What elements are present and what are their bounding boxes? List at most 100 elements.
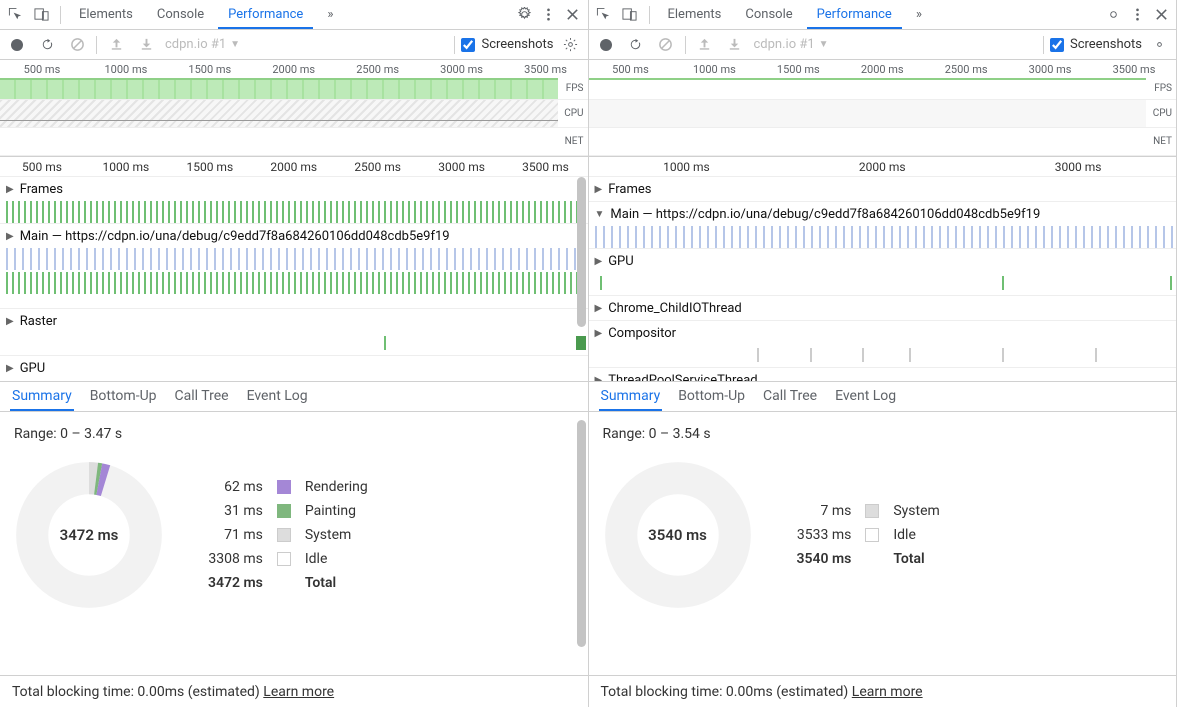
track-label: Frames — [608, 182, 651, 197]
record-button[interactable] — [595, 34, 617, 56]
track-label: Main — https://cdpn.io/una/debug/c9edd7f… — [20, 229, 450, 244]
tab-elements[interactable]: Elements — [69, 1, 143, 29]
recording-breadcrumb[interactable]: cdpn.io #1 ▼ — [165, 37, 240, 52]
tab-console[interactable]: Console — [735, 1, 802, 29]
legend-ms: 7 ms — [797, 503, 852, 519]
inspect-icon[interactable] — [4, 4, 26, 26]
tab-elements[interactable]: Elements — [658, 1, 732, 29]
track-frames[interactable]: ▶Frames — [0, 177, 588, 224]
reload-record-button[interactable] — [625, 34, 647, 56]
footer-learn-more-link[interactable]: Learn more — [263, 684, 334, 700]
ruler-tick: 1000 ms — [672, 63, 756, 76]
clear-button[interactable] — [655, 34, 677, 56]
flamechart[interactable]: 1000 ms 2000 ms 3000 ms ▶ Frames ▼Main — … — [589, 157, 1177, 382]
fps-lane — [589, 78, 1147, 99]
inspect-icon[interactable] — [593, 4, 615, 26]
track-raster[interactable]: ▶Raster — [0, 309, 588, 356]
toolbar-settings-gear-icon[interactable] — [560, 34, 582, 56]
ruler-tick: 3500 ms — [1092, 63, 1176, 76]
devtools-pane-right: Elements Console Performance » cdpn.io #… — [589, 0, 1177, 707]
track-child-io[interactable]: ▶Chrome_ChildIOThread — [589, 296, 1177, 321]
swatch-system — [277, 528, 291, 542]
btab-calltree[interactable]: Call Tree — [173, 382, 231, 411]
btab-eventlog[interactable]: Event Log — [245, 382, 310, 411]
settings-gear-icon[interactable] — [514, 4, 536, 26]
btab-bottomup[interactable]: Bottom-Up — [676, 382, 747, 411]
tab-console[interactable]: Console — [147, 1, 214, 29]
device-toggle-icon[interactable] — [30, 4, 52, 26]
expand-icon: ▶ — [6, 316, 14, 327]
legend-label: Rendering — [305, 479, 368, 495]
reload-record-button[interactable] — [36, 34, 58, 56]
upload-profile-icon[interactable] — [694, 34, 716, 56]
kebab-menu-icon[interactable] — [1126, 4, 1148, 26]
legend-total-ms: 3472 ms — [208, 575, 263, 591]
screenshots-label: Screenshots — [481, 37, 553, 52]
tab-more[interactable]: » — [317, 1, 343, 29]
swatch-idle — [865, 528, 879, 542]
tab-performance[interactable]: Performance — [218, 1, 313, 29]
track-frames[interactable]: ▶ Frames — [589, 177, 1177, 202]
flame-tick: 3000 ms — [420, 160, 504, 174]
legend-label: Painting — [305, 503, 368, 519]
close-icon[interactable] — [1150, 4, 1172, 26]
expand-icon: ▶ — [6, 231, 14, 242]
btab-eventlog[interactable]: Event Log — [833, 382, 898, 411]
flame-tick: 2000 ms — [784, 160, 980, 174]
screenshots-checkbox[interactable] — [461, 38, 475, 52]
tab-performance[interactable]: Performance — [807, 1, 902, 29]
btab-calltree[interactable]: Call Tree — [761, 382, 819, 411]
btab-summary[interactable]: Summary — [10, 382, 74, 411]
btab-bottomup[interactable]: Bottom-Up — [88, 382, 159, 411]
flame-tick: 3000 ms — [980, 160, 1176, 174]
fps-lane — [0, 78, 558, 99]
track-main[interactable]: ▼Main — https://cdpn.io/una/debug/c9edd7… — [589, 202, 1177, 249]
recording-breadcrumb[interactable]: cdpn.io #1 ▼ — [754, 37, 829, 52]
track-threadpool[interactable]: ▶ThreadPoolServiceThread — [589, 368, 1177, 382]
footer-learn-more-link[interactable]: Learn more — [852, 684, 923, 700]
net-lane — [0, 128, 558, 155]
clear-button[interactable] — [66, 34, 88, 56]
summary-scrollbar[interactable] — [577, 420, 586, 667]
track-label: Chrome_ChildIOThread — [608, 301, 742, 316]
track-gpu[interactable]: ▶GPU — [589, 249, 1177, 296]
tab-more[interactable]: » — [906, 1, 932, 29]
swatch-rendering — [277, 480, 291, 494]
legend-ms: 3308 ms — [208, 551, 263, 567]
kebab-menu-icon[interactable] — [538, 4, 560, 26]
screenshots-label: Screenshots — [1070, 37, 1142, 52]
upload-profile-icon[interactable] — [105, 34, 127, 56]
summary-donut: 3540 ms — [603, 460, 753, 610]
flamechart[interactable]: 500 ms 1000 ms 1500 ms 2000 ms 2500 ms 3… — [0, 157, 588, 382]
device-toggle-icon[interactable] — [619, 4, 641, 26]
expand-icon: ▶ — [595, 184, 603, 195]
summary-legend: 62 msRendering 31 msPainting 71 msSystem… — [208, 479, 368, 591]
track-label: Compositor — [608, 326, 676, 341]
settings-gear-icon[interactable] — [1102, 4, 1124, 26]
ruler-tick: 1500 ms — [168, 63, 252, 76]
flame-tick: 1000 ms — [84, 160, 168, 174]
toolbar-settings-gear-icon[interactable] — [1148, 34, 1170, 56]
btab-summary[interactable]: Summary — [599, 382, 663, 411]
overview-timeline[interactable]: 500 ms 1000 ms 1500 ms 2000 ms 2500 ms 3… — [0, 60, 588, 157]
record-button[interactable] — [6, 34, 28, 56]
track-compositor[interactable]: ▶ Compositor — [589, 321, 1177, 368]
legend-total-ms: 3540 ms — [797, 551, 852, 567]
donut-center-total: 3472 ms — [14, 460, 164, 610]
track-main[interactable]: ▶ Main — https://cdpn.io/una/debug/c9edd7… — [0, 224, 588, 309]
legend-ms: 71 ms — [208, 527, 263, 543]
ruler-tick: 500 ms — [0, 63, 84, 76]
download-profile-icon[interactable] — [135, 34, 157, 56]
screenshots-checkbox[interactable] — [1050, 38, 1064, 52]
close-icon[interactable] — [562, 4, 584, 26]
flamechart-scrollbar[interactable] — [577, 177, 586, 379]
ruler-tick: 1000 ms — [84, 63, 168, 76]
track-gpu[interactable]: ▶GPU — [0, 356, 588, 382]
footer: Total blocking time: 0.00ms (estimated) … — [589, 675, 1177, 707]
overview-timeline[interactable]: 500 ms 1000 ms 1500 ms 2000 ms 2500 ms 3… — [589, 60, 1177, 157]
flame-tick: 1000 ms — [589, 160, 785, 174]
expand-icon: ▶ — [595, 328, 603, 339]
download-profile-icon[interactable] — [724, 34, 746, 56]
expand-icon: ▶ — [6, 363, 14, 374]
flame-tick: 2500 ms — [336, 160, 420, 174]
